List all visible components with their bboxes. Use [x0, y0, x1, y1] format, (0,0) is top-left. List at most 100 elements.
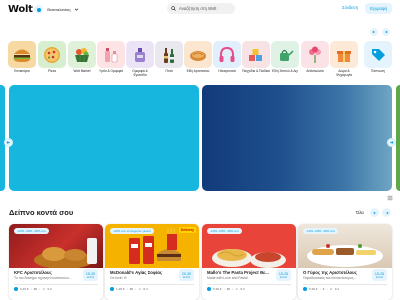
promo-badge: -10% -20% -30% στο	[14, 228, 50, 234]
login-button[interactable]: Σύνδεση	[342, 5, 358, 10]
category-tile	[68, 41, 96, 68]
venue-image: -10% -20% -30% στο	[298, 224, 392, 268]
delivery-fee: 1,99 €	[116, 287, 125, 291]
carousel-peek-left	[0, 85, 5, 191]
top-header: Wolt Θεσσαλονίκη Αναζήτηση στη Wolt Σύνδ…	[0, 0, 400, 20]
venue-card[interactable]: -10% -20% -30% στο Mallo's The Pasta Pro…	[202, 224, 296, 300]
price-level: €	[322, 287, 325, 291]
venue-card[interactable]: -10% -20% -30% στο KFC Αριστοτέλους Το π…	[9, 224, 103, 300]
category-item[interactable]: Είδη Σπιτιού & Διy	[271, 41, 299, 74]
wolt-logo[interactable]: Wolt	[8, 4, 33, 15]
promo-banner[interactable]	[202, 85, 392, 191]
venue-rating: 8.4	[143, 287, 148, 291]
chevron-down-icon	[75, 8, 79, 11]
category-label: Ομορφιά & Φροντίδα	[132, 69, 148, 77]
wolt-discovery-page: Wolt Θεσσαλονίκη Αναζήτηση στη Wolt Σύνδ…	[0, 0, 400, 300]
category-item[interactable]: Ανθοπωλεία	[301, 41, 329, 74]
delivery-time-unit: λεπτά	[86, 274, 95, 279]
category-label: Pizza	[48, 69, 56, 73]
venue-meta: 0,99 € • € • ☺ 9.4	[303, 287, 339, 291]
category-label: Είδη Αρτοποιίου	[186, 69, 210, 73]
delivery-fee: 0,99 €	[309, 287, 318, 291]
category-tile	[184, 41, 212, 68]
category-item[interactable]: Παιχνίδια & Παιδικά	[242, 41, 270, 74]
arrow-right-icon	[390, 141, 394, 144]
category-item[interactable]: Εστιατόρια	[8, 41, 36, 74]
bottles-icon	[164, 47, 174, 63]
venue-meta: 0,99 € • €€ • ☺ 9.2	[207, 287, 245, 291]
burger-icon	[13, 49, 31, 62]
smile-icon: ☺	[42, 287, 46, 291]
venue-card[interactable]: -10% -20% -30% στο Ο Γύρος της Αριστοτέλ…	[298, 224, 392, 300]
separator: •	[30, 287, 32, 291]
discount-tag-icon	[372, 48, 385, 61]
location-selector[interactable]: Θεσσαλονίκη	[34, 4, 79, 15]
categories-prev-button[interactable]	[370, 28, 378, 36]
category-row: Εστιατόρια Pizza Wolt Market Υγεία & Ομο…	[0, 41, 400, 81]
category-item[interactable]: Δώρα & Ψυχαγωγία	[330, 41, 358, 78]
venue-meta: 0,49 € • €€ • ☺ 9.0	[14, 287, 52, 291]
smile-icon: ☺	[329, 287, 333, 291]
category-label: Είδη Σπιτιού & Διy	[272, 69, 298, 73]
category-item[interactable]: Έκπτωση	[364, 41, 392, 74]
category-item[interactable]: Υγεία & Ομορφιά	[97, 41, 125, 74]
carousel-prev-button[interactable]	[4, 138, 13, 147]
headphones-icon	[219, 46, 235, 62]
category-item[interactable]: Pizza	[38, 41, 66, 74]
venue-image: -10% -20% -30% στο	[9, 224, 103, 268]
price-level: €€	[33, 287, 38, 291]
grocery-basket-icon	[75, 47, 89, 62]
cosmetics-icon	[105, 47, 118, 62]
delivery-fee: 0,49 €	[20, 287, 29, 291]
price-level: €€	[129, 287, 134, 291]
category-label: Έκπτωση	[371, 69, 385, 73]
category-tile	[330, 41, 358, 68]
separator: •	[39, 287, 41, 291]
venue-description: Το πιο διάσημο τηγανητό κοτόπουλο...	[14, 276, 72, 280]
search-icon	[171, 6, 176, 11]
delivery-fee-icon	[14, 287, 18, 291]
carousel-next-button[interactable]	[387, 138, 396, 147]
delivery-time-unit: λεπτά	[375, 274, 384, 279]
delivery-fee: 0,99 €	[213, 287, 222, 291]
delivery-time-badge: 15-25 λεπτά	[83, 269, 98, 281]
search-placeholder: Αναζήτηση στη Wolt	[179, 6, 217, 11]
pastry-icon	[190, 50, 206, 61]
venue-description: Παραδοσιακός και πεντανόστιμος...	[303, 276, 357, 280]
search-input[interactable]: Αναζήτηση στη Wolt	[167, 3, 235, 14]
category-item[interactable]: Ομορφιά & Φροντίδα	[126, 41, 154, 78]
venue-name: KFC Αριστοτέλους	[14, 270, 52, 275]
category-label: Υγεία & Ομορφιά	[99, 69, 123, 73]
category-item[interactable]: Wolt Market	[68, 41, 96, 74]
section-prev-button[interactable]	[370, 208, 379, 217]
venue-rating: 9.0	[47, 287, 52, 291]
category-label: Ανθοπωλεία	[306, 69, 324, 73]
delivery-time-unit: λεπτά	[182, 274, 191, 279]
promo-badge: -10% -20% -30% στο	[207, 228, 243, 234]
category-item[interactable]: Ποτά	[155, 41, 183, 74]
list-view-icon[interactable]	[387, 195, 393, 201]
promo-banner[interactable]	[9, 85, 199, 191]
delivery-fee-icon	[207, 287, 211, 291]
venue-image: -10% -20% -30% στο	[202, 224, 296, 268]
category-label: Παιχνίδια & Παιδικά	[242, 69, 270, 73]
signup-button[interactable]: Εγγραφή	[365, 3, 392, 14]
category-tile	[271, 41, 299, 68]
arrow-right-icon	[384, 30, 388, 34]
category-item[interactable]: Είδη Αρτοποιίου	[184, 41, 212, 74]
venue-card[interactable]: -20% στο επιλεγμένο μενού Delivery McDon…	[105, 224, 199, 300]
category-tile	[8, 41, 36, 68]
delivery-time-badge: 20-30 λεπτά	[179, 269, 194, 281]
categories-next-button[interactable]	[382, 28, 390, 36]
category-label: Wolt Market	[73, 69, 91, 73]
category-label: Ποτά	[165, 69, 173, 73]
promo-badge: -20% στο επιλεγμένο μενού	[110, 228, 154, 234]
see-all-link[interactable]: Όλα	[356, 210, 364, 215]
carousel-peek-right	[396, 85, 400, 191]
venue-description: I'm lovin' it!	[110, 276, 127, 280]
watering-can-icon	[280, 49, 294, 61]
category-label: Ηλεκτρονικά	[218, 69, 236, 73]
venue-description: Made with Love and Pasta!	[207, 276, 248, 280]
section-next-button[interactable]	[382, 208, 391, 217]
category-item[interactable]: Ηλεκτρονικά	[213, 41, 241, 74]
